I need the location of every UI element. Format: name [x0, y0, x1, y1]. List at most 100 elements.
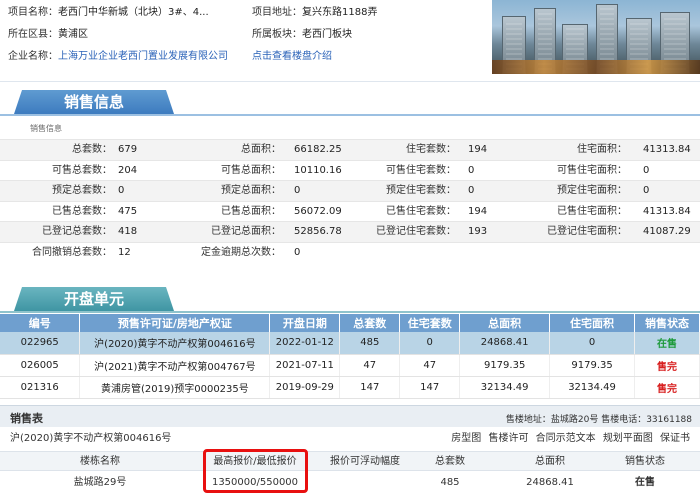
sales-info-value: 0: [118, 185, 125, 196]
sales-info-label: 总面积：: [241, 144, 281, 155]
sales-info-value: 204: [118, 164, 138, 176]
highlight-box: [203, 449, 308, 493]
col-header-status: 销售状态: [634, 314, 700, 332]
block-row: 所属板块：老西门板块: [252, 24, 352, 46]
sales-info-label: 定金逾期总次数：: [201, 246, 281, 258]
company-link[interactable]: 上海万业企业老西门置业发展有限公司: [58, 51, 228, 62]
permit-line: 沪(2020)黄字不动产权第004616号 房型图 售楼许可 合同示范文本 规划…: [0, 429, 700, 449]
permit-link[interactable]: 沪(2021)黄字不动产权第004767号: [79, 354, 271, 377]
permit-link[interactable]: 沪(2020)黄字不动产权第004616号: [79, 332, 271, 355]
col-header-building: 楼栋名称: [80, 456, 120, 467]
table-row[interactable]: 022965 沪(2020)黄字不动产权第004616号 2022-01-12 …: [0, 332, 700, 355]
sales-info-value: 193: [468, 226, 488, 237]
sales-info-value: 10110.16: [294, 164, 342, 176]
cell-total-area: 24868.41: [459, 332, 551, 355]
col-header-residential-area: 住宅面积: [549, 314, 636, 332]
status-badge: 在售: [634, 332, 700, 355]
opening-header-row: 编号 预售许可证/房地产权证 开盘日期 总套数 住宅套数 总面积 住宅面积 销售…: [0, 314, 700, 332]
opening-units-table: 编号 预售许可证/房地产权证 开盘日期 总套数 住宅套数 总面积 住宅面积 销售…: [0, 314, 700, 399]
col-header-permit: 预售许可证/房地产权证: [79, 314, 271, 332]
sales-info-value: 194: [468, 205, 488, 217]
address-value: 复兴东路1188弄: [302, 7, 378, 18]
sales-info-value: 52856.78: [294, 226, 342, 237]
sales-info-label: 已售总套数：: [52, 205, 112, 217]
sales-info-value: 0: [468, 164, 475, 176]
sales-info-label: 预定住宅面积：: [557, 185, 627, 196]
sales-info-label: 预定总套数：: [52, 185, 112, 196]
col-header-id: 编号: [0, 314, 81, 332]
building-row[interactable]: 盐城路29号 1350000/550000 485 24868.41 在售: [0, 472, 700, 494]
project-name-value: 老西门中华新城（北块）3#、4...: [58, 7, 209, 18]
sales-info-label: 已售总面积：: [221, 205, 281, 217]
sales-info-value: 0: [468, 185, 475, 196]
cell-date: 2022-01-12: [269, 332, 341, 355]
sales-info-row: 已售总套数： 475 已售总面积： 56072.09 已售住宅套数： 194 已售住宅面积：…: [0, 200, 700, 222]
sales-info-value: 41313.84: [643, 144, 691, 155]
project-name-label: 项目名称：: [8, 7, 58, 18]
permit-number: 沪(2020)黄字不动产权第004616号: [10, 433, 172, 444]
sales-info-value: 12: [118, 246, 131, 258]
sales-info-label: 已登记总套数：: [42, 226, 112, 237]
cell-id: 021316: [0, 376, 81, 399]
sales-info-value: 0: [643, 185, 650, 196]
sales-info-label: 已售住宅套数：: [386, 205, 456, 217]
project-name-row: 项目名称：老西门中华新城（北块）3#、4...: [8, 2, 209, 24]
sales-info-value: 41313.84: [643, 205, 691, 217]
sales-info-value: 0: [294, 185, 301, 196]
sales-info-label: 已售住宅面积：: [557, 205, 627, 217]
col-header-sale-status: 销售状态: [625, 456, 665, 467]
sales-info-value: 194: [468, 144, 488, 155]
district-label: 所在区县：: [8, 29, 58, 40]
col-header-units: 总套数: [435, 456, 465, 467]
col-header-area: 总面积: [535, 456, 565, 467]
cell-id: 026005: [0, 354, 81, 377]
sales-info-row: 已登记总套数： 418 已登记总面积： 52856.78 已登记住宅套数： 193 已登记住…: [0, 221, 700, 242]
sales-info-label: 住宅面积：: [577, 144, 627, 155]
cell-date: 2019-09-29: [269, 376, 341, 399]
table-row[interactable]: 026005 沪(2021)黄字不动产权第004767号 2021-07-11 …: [0, 354, 700, 377]
cell-date: 2021-07-11: [269, 354, 341, 377]
sales-info-tab[interactable]: 销售信息: [14, 90, 174, 114]
cell-residential-area: 32134.49: [549, 376, 636, 399]
sales-info-label: 预定总面积：: [221, 185, 281, 196]
status-badge: 售完: [634, 376, 700, 399]
address-label: 项目地址：: [252, 7, 302, 18]
intro-row: 点击查看楼盘介绍: [252, 46, 332, 68]
sales-info-value: 0: [294, 246, 301, 258]
block-value: 老西门板块: [302, 29, 352, 40]
sales-info-label: 住宅套数：: [406, 144, 456, 155]
building-status: 在售: [635, 477, 655, 488]
company-row: 企业名称：上海万业企业老西门置业发展有限公司: [8, 46, 228, 68]
cell-total-units: 147: [339, 376, 401, 399]
address-row: 项目地址：复兴东路1188弄: [252, 2, 377, 24]
col-header-float: 报价可浮动幅度: [330, 456, 400, 467]
opening-units-divider: [0, 311, 700, 313]
building-name[interactable]: 盐城路29号: [40, 472, 160, 494]
cell-total-units: 47: [339, 354, 401, 377]
sales-info-label: 可售住宅套数：: [386, 164, 456, 176]
sales-info-label: 已登记住宅面积：: [547, 226, 627, 237]
sales-info-row: 预定总套数： 0 预定总面积： 0 预定住宅套数： 0 预定住宅面积： 0: [0, 180, 700, 201]
project-header: 项目名称：老西门中华新城（北块）3#、4... 所在区县：黄浦区 企业名称：上海…: [0, 0, 700, 82]
building-units: 485: [440, 477, 460, 488]
project-photo: [492, 0, 700, 74]
cell-residential-units: 47: [399, 354, 461, 377]
district-value: 黄浦区: [58, 29, 88, 40]
col-header-date: 开盘日期: [269, 314, 341, 332]
sales-info-value: 41087.29: [643, 226, 691, 237]
table-row[interactable]: 021316 黄浦房管(2019)预字0000235号 2019-09-29 1…: [0, 376, 700, 399]
sales-info-divider: [0, 114, 700, 116]
permit-link[interactable]: 黄浦房管(2019)预字0000235号: [79, 376, 271, 399]
sales-info-label: 可售住宅面积：: [557, 164, 627, 176]
opening-units-tab[interactable]: 开盘单元: [14, 287, 174, 311]
sales-info-value: 475: [118, 205, 138, 217]
cell-total-area: 32134.49: [459, 376, 551, 399]
cell-total-area: 9179.35: [459, 354, 551, 377]
project-intro-link[interactable]: 点击查看楼盘介绍: [252, 51, 332, 62]
sales-info-caption: 销售信息: [30, 124, 62, 133]
cell-residential-area: 9179.35: [549, 354, 636, 377]
sales-info-value: 418: [118, 226, 138, 237]
document-links[interactable]: 房型图 售楼许可 合同示范文本 规划平面图 保证书: [451, 429, 690, 449]
col-header-total-area: 总面积: [459, 314, 551, 332]
building-table-header: 楼栋名称 最高报价/最低报价 报价可浮动幅度 总套数 总面积 销售状态: [0, 451, 700, 471]
